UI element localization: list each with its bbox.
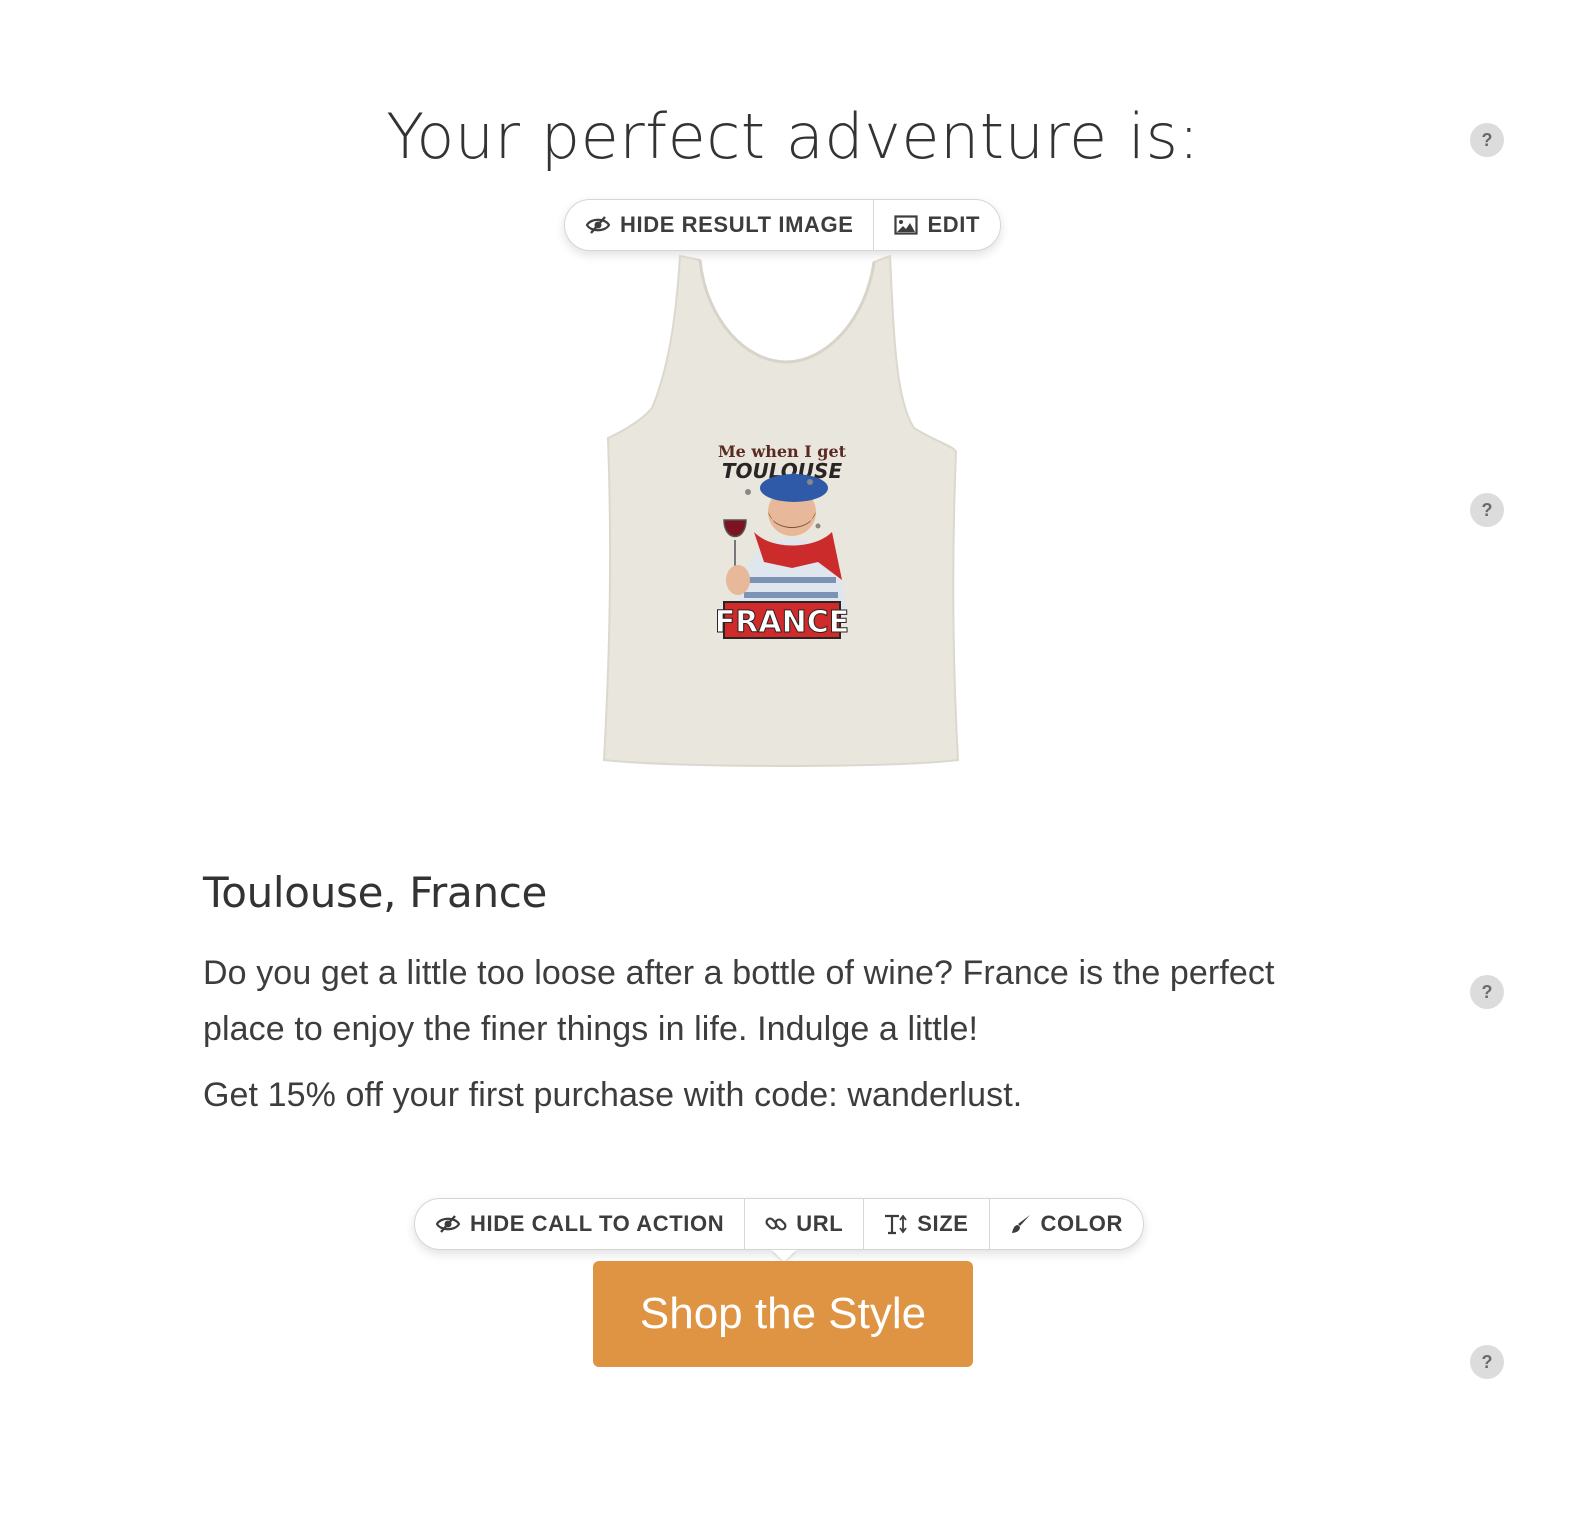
- result-image: Me when I get TOULOUSE FRANCE: [596, 250, 968, 770]
- eye-slash-icon: [435, 1214, 461, 1234]
- help-icon[interactable]: ?: [1470, 123, 1504, 157]
- shop-the-style-button[interactable]: Shop the Style: [593, 1261, 973, 1367]
- link-icon: [765, 1213, 787, 1235]
- text-size-icon: [884, 1213, 908, 1235]
- result-promo: Get 15% off your first purchase with cod…: [203, 1076, 1023, 1114]
- hide-cta-label: HIDE CALL TO ACTION: [470, 1211, 725, 1236]
- help-icon[interactable]: ?: [1470, 1345, 1504, 1379]
- hide-result-image-button[interactable]: HIDE RESULT IMAGE: [565, 200, 873, 250]
- size-button[interactable]: SIZE: [863, 1199, 988, 1249]
- url-button[interactable]: URL: [744, 1199, 863, 1249]
- result-description: Do you get a little too loose after a bo…: [203, 954, 1275, 1048]
- result-heading: Toulouse, France: [203, 868, 548, 917]
- print-line3: FRANCE: [715, 605, 849, 640]
- image-icon: [894, 215, 919, 235]
- cta-toolbar: HIDE CALL TO ACTION URL SIZE COLOR: [414, 1198, 1144, 1250]
- image-toolbar: HIDE RESULT IMAGE EDIT: [564, 199, 1001, 251]
- tank-top-image: Me when I get TOULOUSE FRANCE: [602, 254, 960, 767]
- eye-slash-icon: [585, 215, 611, 235]
- url-label: URL: [796, 1211, 844, 1236]
- color-label: COLOR: [1040, 1211, 1123, 1236]
- help-icon[interactable]: ?: [1470, 493, 1504, 527]
- help-icon[interactable]: ?: [1470, 975, 1504, 1009]
- paintbrush-icon: [1010, 1213, 1032, 1235]
- color-button[interactable]: COLOR: [988, 1199, 1143, 1249]
- hide-result-image-label: HIDE RESULT IMAGE: [620, 212, 854, 237]
- hide-cta-button[interactable]: HIDE CALL TO ACTION: [415, 1199, 744, 1249]
- size-label: SIZE: [917, 1211, 969, 1236]
- edit-image-label: EDIT: [927, 212, 980, 237]
- edit-image-button[interactable]: EDIT: [873, 200, 1000, 250]
- page-title: Your perfect adventure is:: [386, 100, 1200, 173]
